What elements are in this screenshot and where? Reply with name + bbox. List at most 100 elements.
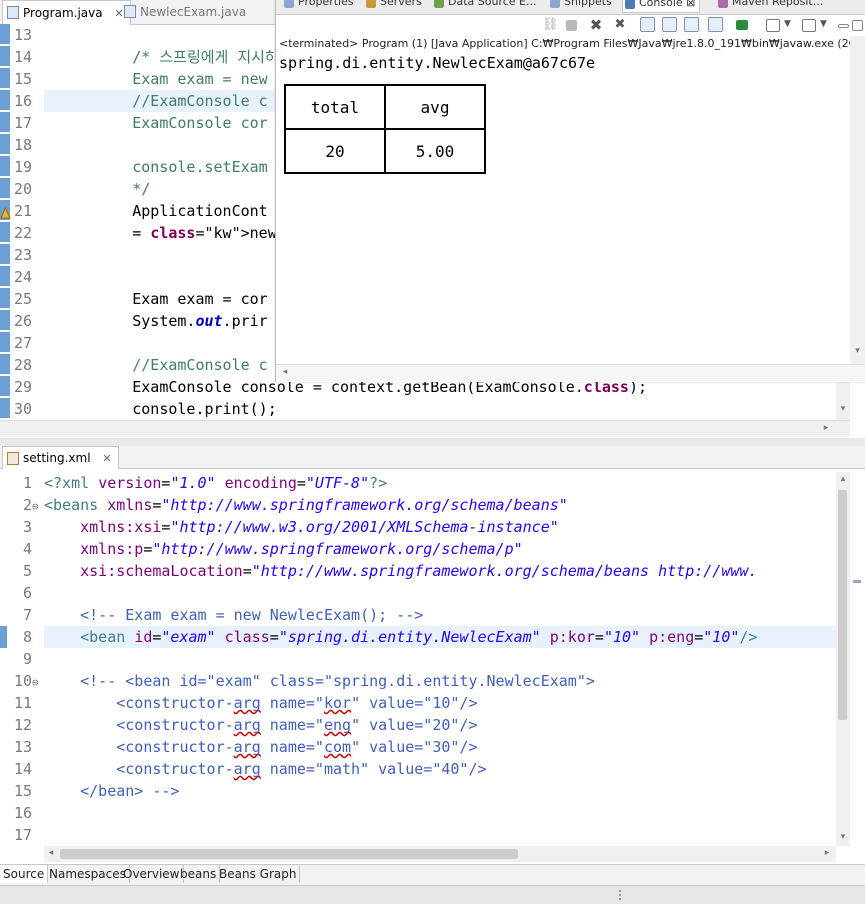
open-console-icon[interactable] (802, 19, 816, 32)
scroll-right-arrow-icon[interactable]: ▸ (820, 423, 832, 433)
tab-overview[interactable]: Overview (120, 865, 184, 883)
properties-icon (284, 0, 294, 8)
tab-label: Servers (380, 0, 422, 8)
remove-all-terminated-icon[interactable]: ✖ (612, 17, 628, 33)
line-number: 16 (13, 92, 32, 110)
scrollbar-thumb[interactable] (838, 490, 847, 720)
data-source-icon (434, 0, 444, 8)
line-number: 24 (13, 268, 32, 286)
maven-icon (718, 0, 728, 8)
tab-servers[interactable]: Servers (364, 0, 422, 11)
tab-data-source-explorer[interactable]: Data Source E... (432, 0, 536, 11)
scroll-down-arrow-icon[interactable]: ▾ (836, 832, 850, 842)
table-row: 20 5.00 (284, 128, 486, 174)
horizontal-scrollbar[interactable]: ▸ (0, 420, 850, 437)
tab-beans[interactable]: beans (177, 865, 221, 883)
fold-marker[interactable]: ⊖ (32, 500, 39, 513)
console-toolbar: ⛓ ✖ ✖ ▼ ▼ (276, 14, 865, 36)
tab-beans-graph[interactable]: Beans Graph (216, 865, 301, 883)
line-number: 17 (13, 826, 32, 844)
line-number: 13 (13, 738, 32, 756)
remove-launch-icon[interactable]: ✖ (588, 17, 604, 33)
line-number: 7 (22, 606, 32, 624)
line-number: 28 (13, 356, 32, 374)
console-view-tabs: Properties Servers Data Source E... Snip… (276, 0, 865, 15)
scroll-right-arrow-icon[interactable]: ▸ (822, 848, 832, 858)
tab-snippets[interactable]: Snippets (548, 0, 612, 11)
clear-console-icon[interactable] (640, 17, 655, 32)
xml-code-area[interactable]: <?xml version="1.0" encoding="UTF-8"?> <… (44, 472, 834, 846)
chevron-down-icon[interactable]: ▼ (784, 19, 800, 35)
scroll-left-arrow-icon[interactable]: ◂ (280, 367, 290, 377)
scroll-down-arrow-icon[interactable]: ▾ (836, 404, 850, 414)
line-number: 23 (13, 246, 32, 264)
fold-marker[interactable]: ⊖ (32, 676, 39, 689)
tab-console[interactable]: Console ⊠ (622, 0, 701, 13)
scroll-lock-icon[interactable] (662, 17, 677, 32)
line-number: 1 (22, 474, 32, 492)
tab-program-java[interactable]: Program.java ✕ (2, 0, 131, 25)
tab-newlecexam-java[interactable]: NewlecExam.java (120, 0, 252, 24)
tab-label: Maven Reposit... (732, 0, 824, 8)
table-cell-total: 20 (284, 128, 386, 174)
tab-setting-xml[interactable]: setting.xml ✕ (2, 446, 119, 469)
scrollbar-thumb[interactable] (60, 849, 518, 859)
minimize-icon[interactable] (838, 24, 849, 28)
xml-vertical-scrollbar[interactable]: ▴ ▾ (836, 472, 850, 846)
word-wrap-icon[interactable] (684, 17, 699, 32)
sash-divider[interactable] (0, 438, 865, 446)
line-number: 9 (22, 650, 32, 668)
line-number: 2 (22, 496, 32, 514)
scroll-up-arrow-icon[interactable]: ▴ (836, 474, 850, 484)
table-header-total: total (284, 84, 386, 130)
tab-label: Console (639, 0, 683, 9)
table-row: total avg (284, 84, 486, 130)
line-number: 16 (13, 804, 32, 822)
disconnect-icon[interactable]: ⛓ (542, 17, 559, 33)
pin-console-icon[interactable] (736, 20, 748, 30)
line-number: 12 (13, 716, 32, 734)
status-bar (0, 885, 865, 904)
console-vertical-scrollbar[interactable]: ▾ (850, 36, 865, 364)
snippets-icon (550, 0, 560, 8)
xml-editor-tabbar: setting.xml ✕ (0, 446, 865, 469)
scroll-left-arrow-icon[interactable]: ◂ (46, 848, 56, 858)
tab-maven-repositories[interactable]: Maven Reposit... (716, 0, 823, 11)
tab-label: Snippets (564, 0, 612, 8)
line-number: 14 (13, 48, 32, 66)
xml-horizontal-scrollbar[interactable]: ◂ ▸ (44, 846, 836, 862)
display-selected-console-icon[interactable] (766, 19, 780, 32)
line-number: 20 (13, 180, 32, 198)
line-number: 17 (13, 114, 32, 132)
close-icon[interactable]: ⊠ (686, 0, 695, 9)
console-horizontal-scrollbar[interactable]: ◂ (276, 364, 865, 381)
servers-icon (366, 0, 376, 8)
scroll-down-arrow-icon[interactable]: ▾ (850, 346, 865, 356)
xml-file-icon (7, 452, 19, 465)
java-file-icon (7, 6, 19, 19)
tab-properties[interactable]: Properties (282, 0, 354, 11)
terminate-icon[interactable] (566, 20, 577, 31)
code-line: </bean> --> (44, 782, 180, 800)
console-launch-status: <terminated> Program (1) [Java Applicati… (279, 37, 865, 50)
tab-namespaces[interactable]: Namespaces (46, 865, 130, 883)
close-icon[interactable]: ✕ (102, 452, 111, 465)
ruler-marker[interactable] (853, 580, 861, 583)
tab-label: Program.java (23, 6, 103, 20)
line-number: 15 (13, 782, 32, 800)
line-number: 11 (13, 694, 32, 712)
chevron-down-icon[interactable]: ▼ (820, 19, 836, 35)
tab-label: NewlecExam.java (140, 5, 247, 19)
table-cell-avg: 5.00 (384, 128, 486, 174)
tab-label: Properties (298, 0, 354, 8)
status-bar-separator (619, 890, 623, 900)
maximize-icon[interactable] (852, 20, 863, 31)
show-console-on-output-icon[interactable] (708, 17, 723, 32)
line-number: 22 (13, 224, 32, 242)
line-number: 26 (13, 312, 32, 330)
code-line: <beans xmlns="http://www.springframework… (44, 496, 568, 514)
tab-source[interactable]: Source (0, 865, 49, 883)
